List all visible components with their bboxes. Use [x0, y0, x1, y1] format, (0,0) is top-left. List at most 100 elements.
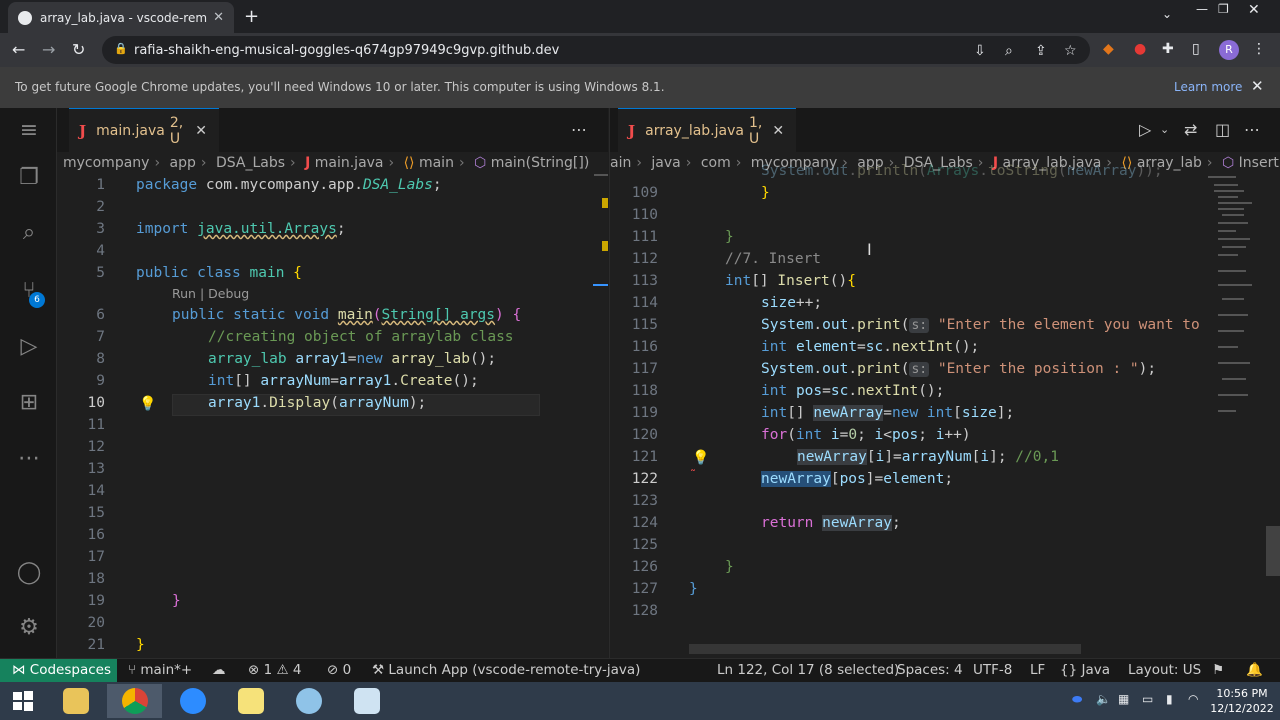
error-squiggle-marker: ˜ [690, 468, 696, 482]
code-line: int element=sc.nextInt(); [761, 339, 980, 355]
breadcrumb-item[interactable]: main.java [315, 155, 384, 171]
scm-badge: 6 [29, 292, 45, 308]
warning-marker [602, 198, 608, 208]
reload-icon[interactable]: ↻ [72, 40, 85, 59]
side-panel-icon[interactable]: ▯ [1192, 41, 1200, 57]
code-line: size++; [761, 295, 823, 311]
indentation[interactable]: Spaces: 4 [897, 662, 963, 678]
profile-avatar[interactable]: R [1219, 40, 1239, 60]
tray-app-icon[interactable]: ⬬ [1072, 692, 1082, 707]
menu-icon[interactable]: ≡ [14, 116, 44, 146]
split-editor-icon[interactable]: ◫ [1215, 120, 1230, 139]
horizontal-scrollbar-thumb[interactable] [689, 644, 1081, 654]
battery-icon[interactable]: ▮ [1166, 692, 1173, 706]
breadcrumb-item[interactable]: com [701, 155, 731, 171]
breadcrumb-item[interactable]: Insert() [1239, 155, 1280, 171]
breadcrumb-item[interactable]: app [170, 155, 196, 171]
close-window-icon[interactable]: ✕ [1248, 2, 1260, 18]
launch-icon: ⚒ [372, 662, 389, 678]
run-debug-icon[interactable]: ▷ [14, 332, 44, 362]
address-bar[interactable]: 🔒 rafia-shaikh-eng-musical-goggles-q674g… [102, 36, 1090, 64]
back-icon[interactable]: ← [12, 40, 25, 59]
breadcrumb-item[interactable]: java [651, 155, 680, 171]
code-line: } [725, 559, 734, 575]
problems-indicator[interactable]: ⊗ 1 ⚠ 4 [248, 662, 302, 678]
close-tab-icon[interactable]: ✕ [772, 123, 784, 139]
extensions-icon[interactable]: ⊞ [14, 388, 44, 418]
minimize-icon[interactable]: — [1196, 2, 1208, 16]
more-icon[interactable]: ⋯ [14, 444, 44, 474]
forward-icon[interactable]: → [42, 40, 55, 59]
taskbar-clock[interactable]: 10:56 PM 12/12/2022 [1207, 686, 1277, 716]
code-line: newArray[pos]=element; [761, 471, 954, 487]
method-icon: ⬡ [1221, 155, 1235, 171]
launch-app-indicator[interactable]: ⚒ Launch App (vscode-remote-try-java) [372, 662, 640, 678]
code-line: System.out.print(s: "Enter the position … [761, 361, 1157, 377]
network-icon[interactable]: ▦ [1118, 692, 1129, 706]
codelens-run-debug[interactable]: Run | Debug [172, 284, 249, 304]
action-center-icon[interactable]: ▭ [1142, 692, 1153, 706]
java-file-icon: J [305, 155, 311, 171]
restore-icon[interactable]: ❐ [1218, 2, 1229, 16]
learn-more-link[interactable]: Learn more [1174, 80, 1242, 94]
feedback-icon[interactable]: ⚑ [1212, 662, 1224, 678]
notifications-bell-icon[interactable]: 🔔 [1246, 662, 1263, 678]
run-dropdown-icon[interactable]: ⌄ [1160, 123, 1169, 136]
breadcrumb-item[interactable]: mycompany [63, 155, 149, 171]
minimap[interactable] [1206, 174, 1266, 658]
windows-start-icon[interactable] [0, 684, 46, 718]
ports-indicator[interactable]: ⊘ 0 [327, 662, 351, 678]
end-of-line[interactable]: LF [1030, 662, 1045, 678]
settings-gear-icon[interactable]: ⚙ [14, 613, 44, 643]
keyboard-layout[interactable]: Layout: US [1128, 662, 1201, 678]
close-tab-icon[interactable]: ✕ [195, 123, 207, 139]
extension-red-icon[interactable]: ● [1134, 41, 1146, 57]
file-explorer-icon[interactable] [48, 684, 103, 718]
tab-main-java[interactable]: J main.java 2, U ✕ [69, 108, 219, 152]
chrome-icon[interactable] [107, 684, 162, 718]
metamask-icon[interactable]: ◆ [1103, 41, 1114, 57]
tab-file-name: array_lab.java [645, 122, 744, 139]
branch-indicator[interactable]: ⑂ main*+ [128, 662, 192, 678]
more-actions-icon[interactable]: ⋯ [1244, 120, 1260, 139]
sticky-notes-icon[interactable] [223, 684, 278, 718]
encoding[interactable]: UTF-8 [973, 662, 1012, 678]
tab-search-icon[interactable]: ⌄ [1162, 7, 1172, 21]
browser-tab[interactable]: array_lab.java - vscode-remote-tr ✕ [8, 2, 234, 33]
bookmark-star-icon[interactable]: ☆ [1064, 43, 1077, 59]
language-mode[interactable]: {} Java [1060, 662, 1110, 678]
more-actions-icon[interactable]: ⋯ [571, 120, 587, 139]
remote-indicator[interactable]: ⋈ Codespaces [0, 659, 117, 682]
breadcrumb-item[interactable]: ain [610, 155, 631, 171]
notepad-icon[interactable] [339, 684, 394, 718]
cursor-position[interactable]: Ln 122, Col 17 (8 selected) [717, 662, 899, 678]
lightbulb-icon[interactable]: 💡 [139, 396, 156, 412]
close-tab-icon[interactable]: ✕ [213, 10, 224, 25]
infobar-close-icon[interactable]: ✕ [1251, 77, 1264, 95]
tab-array-lab-java[interactable]: J array_lab.java 1, U ✕ [618, 108, 796, 152]
zoom-icon[interactable]: ⌕ [1005, 43, 1013, 59]
search-icon[interactable]: ⌕ [14, 218, 44, 248]
branch-label: main*+ [140, 662, 193, 678]
run-icon[interactable]: ▷ [1139, 120, 1151, 139]
code-line: } [689, 581, 698, 597]
browser-menu-icon[interactable]: ⋮ [1252, 41, 1266, 57]
paint-icon[interactable] [281, 684, 336, 718]
accounts-icon[interactable]: ◯ [14, 558, 44, 588]
lightbulb-icon[interactable]: 💡 [692, 450, 709, 466]
install-icon[interactable]: ⇩ [974, 43, 986, 59]
windows-taskbar: ⬬ 🔈 ▦ ▭ ▮ ◠ 10:56 PM 12/12/2022 [0, 682, 1280, 720]
vertical-scrollbar-thumb[interactable] [1266, 526, 1280, 576]
wifi-icon[interactable]: ◠ [1188, 692, 1198, 706]
compare-icon[interactable]: ⇄ [1184, 120, 1197, 139]
new-tab-icon[interactable]: + [244, 6, 259, 27]
breadcrumb-item[interactable]: main(String[]) [491, 155, 590, 171]
explorer-icon[interactable]: ❐ [14, 163, 44, 193]
extensions-puzzle-icon[interactable]: ✚ [1162, 41, 1174, 57]
share-icon[interactable]: ⇪ [1035, 43, 1047, 59]
zoom-icon[interactable] [165, 684, 220, 718]
breadcrumb-item[interactable]: DSA_Labs [216, 155, 285, 171]
sync-icon[interactable]: ☁ [212, 662, 226, 678]
breadcrumb-item[interactable]: main [419, 155, 454, 171]
volume-icon[interactable]: 🔈 [1096, 692, 1111, 706]
